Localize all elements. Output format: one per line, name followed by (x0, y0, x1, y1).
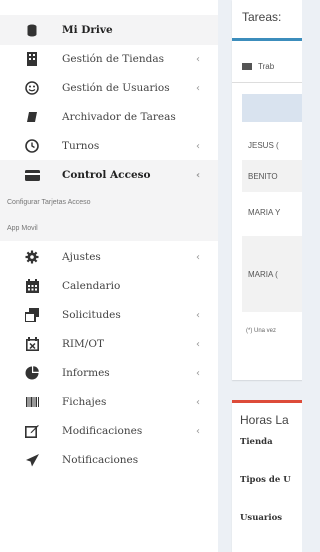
chevron-left-icon: ‹ (196, 82, 200, 94)
sidebar-item-turnos[interactable]: Turnos ‹ (0, 131, 218, 161)
table-cell: MARIA Y (248, 207, 281, 217)
field-label-tipos: Tipos de U (240, 475, 291, 485)
footnote: (*) Una vez (246, 328, 277, 334)
sidebar-subitem-configurar-tarjetas[interactable]: Configurar Tarjetas Acceso (0, 189, 218, 215)
sidebar-item-fichajes[interactable]: Fichajes ‹ (0, 387, 218, 417)
sidebar-item-ajustes[interactable]: Ajustes ‹ (0, 242, 218, 272)
sidebar-item-label: Gestión de Tiendas (62, 53, 164, 65)
tasks-tab-bar: Trab (232, 44, 302, 83)
main-content: Tareas: Trab JESUS ( BENITO MARIA Y MARI… (218, 0, 302, 552)
sidebar-item-label: Gestión de Usuarios (62, 82, 170, 94)
table-row[interactable]: MARIA Y (242, 195, 302, 229)
chevron-left-icon: ‹ (196, 396, 200, 408)
chevron-left-icon: ‹ (196, 251, 200, 263)
list-icon (242, 62, 252, 70)
sidebar-subitem-app-movil[interactable]: App Movil (0, 215, 218, 241)
table-row[interactable]: MARIA ( (242, 236, 302, 312)
sidebar: Mi Drive Gestión de Tiendas ‹ Gestión de… (0, 0, 218, 552)
gear-icon (24, 249, 40, 265)
clock-icon (24, 138, 40, 154)
chevron-left-icon: ‹ (196, 169, 201, 181)
clone-icon (24, 307, 40, 323)
sidebar-item-calendario[interactable]: Calendario (0, 271, 218, 301)
sidebar-item-gestion-usuarios[interactable]: Gestión de Usuarios ‹ (0, 73, 218, 103)
sidebar-item-label: Turnos (62, 140, 100, 152)
sidebar-item-label: Mi Drive (62, 24, 113, 36)
table-row[interactable]: BENITO (242, 160, 302, 192)
table-row[interactable]: JESUS ( (242, 132, 302, 158)
sidebar-item-label: Solicitudes (62, 309, 121, 321)
sidebar-item-control-acceso[interactable]: Control Acceso ‹ (0, 160, 218, 190)
calendar-icon (24, 278, 40, 294)
chevron-left-icon: ‹ (196, 367, 200, 379)
table-cell: BENITO (248, 171, 278, 181)
sidebar-item-label: Archivador de Tareas (62, 111, 176, 123)
database-icon (24, 22, 40, 38)
tab-trabajadores[interactable]: Trab (242, 54, 274, 78)
tasks-box: Tareas: Trab JESUS ( BENITO MARIA Y MARI… (232, 0, 302, 380)
sidebar-item-label: RIM/OT (62, 338, 104, 350)
chevron-left-icon: ‹ (196, 338, 200, 350)
sidebar-item-label: Ajustes (62, 251, 101, 263)
table-header (242, 94, 302, 122)
edit-icon (24, 423, 40, 439)
table-cell: JESUS ( (248, 140, 279, 150)
smiley-icon (24, 80, 40, 96)
sidebar-item-mi-drive[interactable]: Mi Drive (0, 15, 218, 45)
sidebar-item-label: Calendario (62, 280, 121, 292)
chevron-left-icon: ‹ (196, 53, 200, 65)
archive-icon (24, 109, 40, 125)
sidebar-item-label: Fichajes (62, 396, 107, 408)
chevron-left-icon: ‹ (196, 309, 200, 321)
building-icon (24, 51, 40, 67)
tasks-box-title: Tareas: (242, 10, 282, 24)
pie-chart-icon (24, 365, 40, 381)
hours-box: Horas La Tienda Tipos de U Usuarios (232, 400, 302, 552)
sidebar-item-label: Informes (62, 367, 110, 379)
sidebar-item-informes[interactable]: Informes ‹ (0, 358, 218, 388)
sidebar-item-label: Modificaciones (62, 425, 143, 437)
sidebar-item-rim-ot[interactable]: RIM/OT ‹ (0, 329, 218, 359)
tasks-box-header: Tareas: (232, 0, 302, 41)
sidebar-item-solicitudes[interactable]: Solicitudes ‹ (0, 300, 218, 330)
credit-card-icon (24, 167, 40, 183)
calendar-x-icon (24, 336, 40, 352)
field-label-usuarios: Usuarios (240, 513, 283, 523)
field-label-tienda: Tienda (240, 437, 273, 447)
sidebar-subitem-label: App Movil (7, 224, 38, 232)
paper-plane-icon (24, 452, 40, 468)
sidebar-item-archivador-tareas[interactable]: Archivador de Tareas (0, 102, 218, 132)
sidebar-item-label: Control Acceso (62, 169, 151, 181)
tab-label: Trab (258, 61, 275, 71)
hours-box-title: Horas La (240, 413, 289, 427)
table-cell: MARIA ( (248, 269, 278, 279)
sidebar-item-notificaciones[interactable]: Notificaciones (0, 445, 218, 475)
chevron-left-icon: ‹ (196, 140, 200, 152)
sidebar-item-label: Notificaciones (62, 454, 139, 466)
sidebar-item-modificaciones[interactable]: Modificaciones ‹ (0, 416, 218, 446)
sidebar-item-gestion-tiendas[interactable]: Gestión de Tiendas ‹ (0, 44, 218, 74)
chevron-left-icon: ‹ (196, 425, 200, 437)
barcode-icon (24, 394, 40, 410)
sidebar-subitem-label: Configurar Tarjetas Acceso (7, 198, 91, 206)
